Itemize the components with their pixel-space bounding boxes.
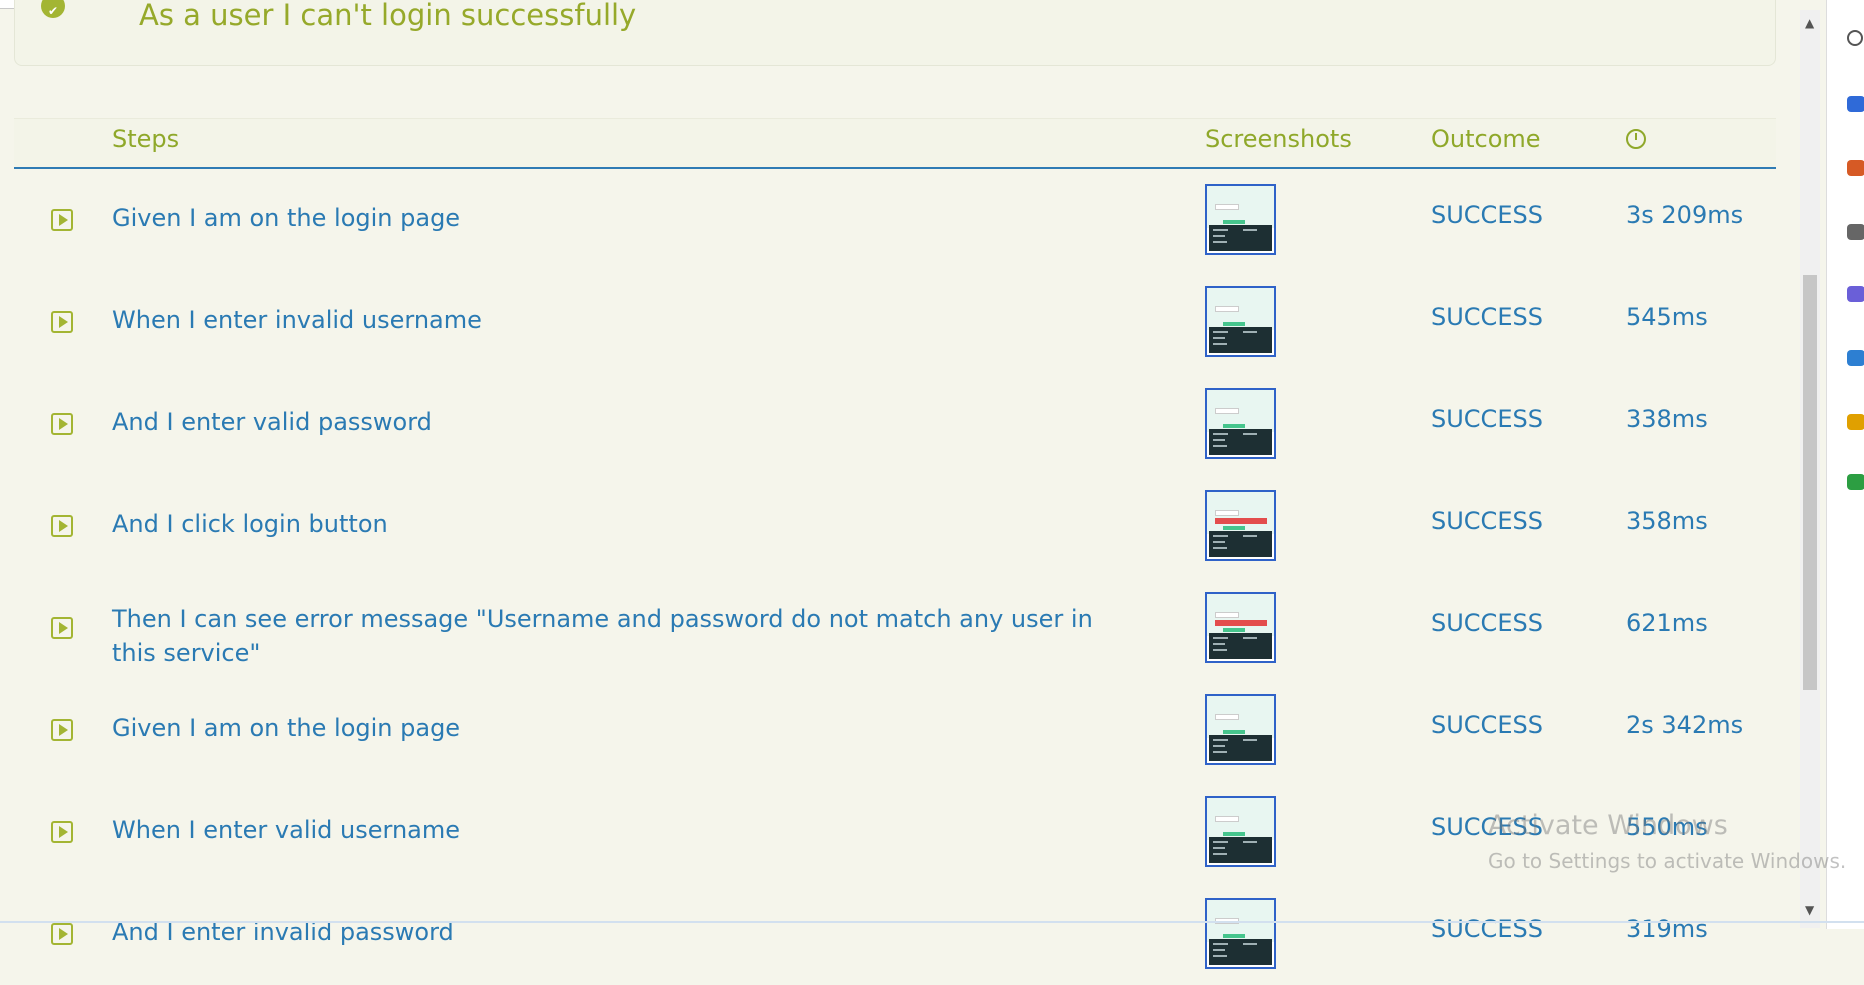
step-description: Then I can see error message "Username a… xyxy=(112,605,1093,667)
play-square-icon[interactable] xyxy=(51,413,73,435)
outcome-header: Outcome xyxy=(1431,125,1541,153)
play-square-icon[interactable] xyxy=(51,821,73,843)
step-screenshot-thumbnail[interactable] xyxy=(1205,490,1276,561)
clock-icon xyxy=(1626,129,1646,149)
step-screenshot-thumbnail[interactable] xyxy=(1205,694,1276,765)
table-header: Steps Screenshots Outcome xyxy=(14,118,1776,169)
side-toolbar xyxy=(1826,0,1864,929)
step-duration: 545ms xyxy=(1626,303,1708,331)
play-square-icon[interactable] xyxy=(51,209,73,231)
step-screenshot-thumbnail[interactable] xyxy=(1205,286,1276,357)
step-outcome: SUCCESS xyxy=(1431,303,1543,331)
watermark-subtitle: Go to Settings to activate Windows. xyxy=(1488,849,1847,873)
step-screenshot-thumbnail[interactable] xyxy=(1205,592,1276,663)
table-row: And I enter invalid password SUCCESS 319… xyxy=(14,883,1776,985)
step-duration: 2s 342ms xyxy=(1626,711,1744,739)
bookmark-icon[interactable] xyxy=(1847,96,1864,112)
step-description: When I enter invalid username xyxy=(112,306,482,334)
step-screenshot-thumbnail[interactable] xyxy=(1205,388,1276,459)
table-row: And I enter valid password SUCCESS 338ms xyxy=(14,373,1776,475)
duration-header xyxy=(1626,125,1646,153)
step-description: And I click login button xyxy=(112,510,388,538)
step-duration: 338ms xyxy=(1626,405,1708,433)
play-square-icon[interactable] xyxy=(51,515,73,537)
activate-windows-watermark: Activate Windows Go to Settings to activ… xyxy=(1488,810,1846,873)
briefcase-icon[interactable] xyxy=(1847,160,1864,176)
step-outcome: SUCCESS xyxy=(1431,711,1543,739)
table-row: Given I am on the login page SUCCESS 3s … xyxy=(14,169,1776,271)
play-square-icon[interactable] xyxy=(51,719,73,741)
steps-header: Steps xyxy=(112,125,180,153)
step-duration: 358ms xyxy=(1626,507,1708,535)
table-row: Then I can see error message "Username a… xyxy=(14,577,1776,679)
play-square-icon[interactable] xyxy=(51,617,73,639)
table-row: And I click login button SUCCESS 358ms xyxy=(14,475,1776,577)
step-outcome: SUCCESS xyxy=(1431,405,1543,433)
step-duration: 621ms xyxy=(1626,609,1708,637)
person-icon[interactable] xyxy=(1847,224,1864,240)
play-square-icon[interactable] xyxy=(51,311,73,333)
drop-icon[interactable] xyxy=(1847,414,1864,430)
step-screenshot-thumbnail[interactable] xyxy=(1205,796,1276,867)
scrollbar-thumb[interactable] xyxy=(1803,275,1817,690)
step-description: And I enter valid password xyxy=(112,408,432,436)
scroll-down-arrow-icon[interactable]: ▼ xyxy=(1805,904,1815,916)
step-description: When I enter valid username xyxy=(112,816,460,844)
step-description: Given I am on the login page xyxy=(112,714,461,742)
table-row: When I enter invalid username SUCCESS 54… xyxy=(14,271,1776,373)
step-duration: 3s 209ms xyxy=(1626,201,1744,229)
step-description: Given I am on the login page xyxy=(112,204,461,232)
app-icon[interactable] xyxy=(1847,286,1864,302)
table-row: Given I am on the login page SUCCESS 2s … xyxy=(14,679,1776,781)
step-outcome: SUCCESS xyxy=(1431,609,1543,637)
step-screenshot-thumbnail[interactable] xyxy=(1205,898,1276,969)
tree-icon[interactable] xyxy=(1847,474,1864,490)
scroll-up-arrow-icon[interactable]: ▲ xyxy=(1805,17,1815,29)
step-screenshot-thumbnail[interactable] xyxy=(1205,184,1276,255)
outlook-icon[interactable] xyxy=(1847,350,1864,366)
step-outcome: SUCCESS xyxy=(1431,201,1543,229)
watermark-title: Activate Windows xyxy=(1488,810,1728,841)
search-icon[interactable] xyxy=(1847,30,1863,46)
step-duration: 319ms xyxy=(1626,915,1708,943)
step-outcome: SUCCESS xyxy=(1431,915,1543,943)
screenshots-header: Screenshots xyxy=(1205,125,1352,153)
scenario-title: As a user I can't login successfully xyxy=(139,0,637,32)
play-square-icon[interactable] xyxy=(51,923,73,945)
step-outcome: SUCCESS xyxy=(1431,507,1543,535)
bottom-edge xyxy=(0,921,1864,923)
